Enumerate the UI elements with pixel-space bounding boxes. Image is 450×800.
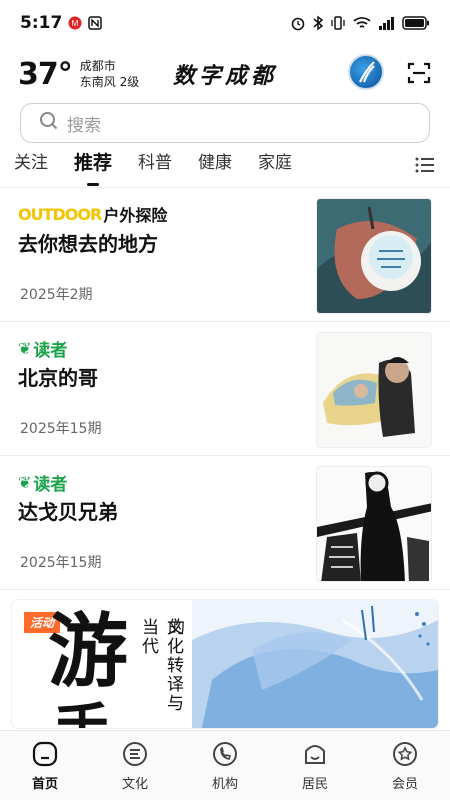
source-en: OUTDOOR: [18, 204, 102, 224]
source-cn: 户外探险: [103, 206, 168, 225]
status-bar: 5:17 M: [0, 0, 450, 46]
city-label: 成都市: [79, 59, 116, 73]
nav-label: 首页: [31, 777, 58, 792]
search-placeholder: 搜索: [67, 115, 101, 136]
nav-label: 文化: [121, 777, 148, 792]
scan-icon[interactable]: [406, 60, 432, 86]
nav-resident[interactable]: 居民: [270, 731, 360, 800]
article-title: 去你想去的地方: [18, 232, 158, 256]
source-badge: ❦ 读者: [18, 336, 67, 361]
article-issue: 2025年15期: [20, 421, 102, 437]
nav-home[interactable]: 首页: [0, 731, 90, 800]
article-issue: 2025年15期: [20, 555, 102, 571]
wind-label: 东南风 2级: [79, 75, 140, 89]
culture-icon: [123, 742, 147, 766]
nav-label: 机构: [211, 777, 238, 792]
menu-list-icon[interactable]: [414, 154, 436, 176]
battery-icon: [402, 16, 430, 30]
temperature: 37°: [18, 56, 73, 92]
member-icon: [393, 742, 417, 766]
tab-health[interactable]: 健康: [198, 148, 232, 188]
article-thumbnail: [316, 332, 432, 448]
article-thumbnail: [316, 198, 432, 314]
article-thumbnail: [316, 466, 432, 582]
header: 37° 成都市 东南风 2级 数字成都: [0, 50, 450, 98]
activity-banner[interactable]: 活动 游 手 新媒体艺术的 文化转译与当代: [12, 600, 438, 728]
source-cn: 读者: [33, 475, 68, 495]
wifi-icon: [352, 15, 372, 31]
category-tabs: 关注 推荐 科普 健康 家庭: [0, 148, 450, 188]
home-icon: [32, 741, 58, 767]
search-input[interactable]: 搜索: [20, 103, 430, 143]
article-title: 达戈贝兄弟: [18, 500, 118, 524]
tab-family[interactable]: 家庭: [258, 148, 292, 188]
nfc-icon: [88, 16, 103, 30]
source-cn: 读者: [33, 341, 68, 361]
alarm-icon: [290, 15, 306, 31]
nav-label: 居民: [301, 777, 328, 792]
tab-science[interactable]: 科普: [138, 148, 172, 188]
article-title: 北京的哥: [18, 366, 98, 390]
source-badge: ❦ 读者: [18, 470, 67, 495]
avatar[interactable]: [348, 54, 384, 90]
article-issue: 2025年2期: [20, 287, 93, 303]
nav-member[interactable]: 会员: [360, 731, 450, 800]
app-notification-icon: M: [68, 16, 82, 30]
list-item[interactable]: OUTDOOR 户外探险 去你想去的地方 2025年2期: [0, 188, 450, 322]
nav-label: 会员: [391, 777, 418, 792]
duzhe-leaf-icon: ❦: [18, 339, 32, 358]
banner-headline-2: 手: [52, 688, 112, 728]
bluetooth-icon: [312, 15, 324, 31]
tab-follow[interactable]: 关注: [14, 148, 48, 188]
weather-info: 成都市 东南风 2级: [80, 58, 139, 90]
nav-culture[interactable]: 文化: [90, 731, 180, 800]
source-badge: OUTDOOR 户外探险: [18, 202, 167, 226]
nav-institution[interactable]: 机构: [180, 731, 270, 800]
list-item[interactable]: ❦ 读者 北京的哥 2025年15期: [0, 322, 450, 456]
signal-icon: [378, 16, 396, 30]
list-item[interactable]: ❦ 读者 达戈贝兄弟 2025年15期: [0, 456, 450, 590]
banner-headline: 游: [48, 604, 128, 698]
banner-artwork: [192, 600, 438, 728]
resident-icon: [305, 745, 325, 764]
search-icon: [39, 111, 59, 135]
phone-icon: [213, 742, 237, 766]
vibrate-icon: [330, 15, 346, 31]
bottom-nav: 首页 文化 机构 居民 会员: [0, 730, 450, 800]
banner-subtitle-2: 文化转译与当代: [138, 618, 183, 713]
tab-recommend[interactable]: 推荐: [74, 148, 112, 188]
status-time: 5:17: [20, 13, 63, 33]
duzhe-leaf-icon: ❦: [18, 473, 32, 492]
svg-text:M: M: [72, 19, 79, 28]
